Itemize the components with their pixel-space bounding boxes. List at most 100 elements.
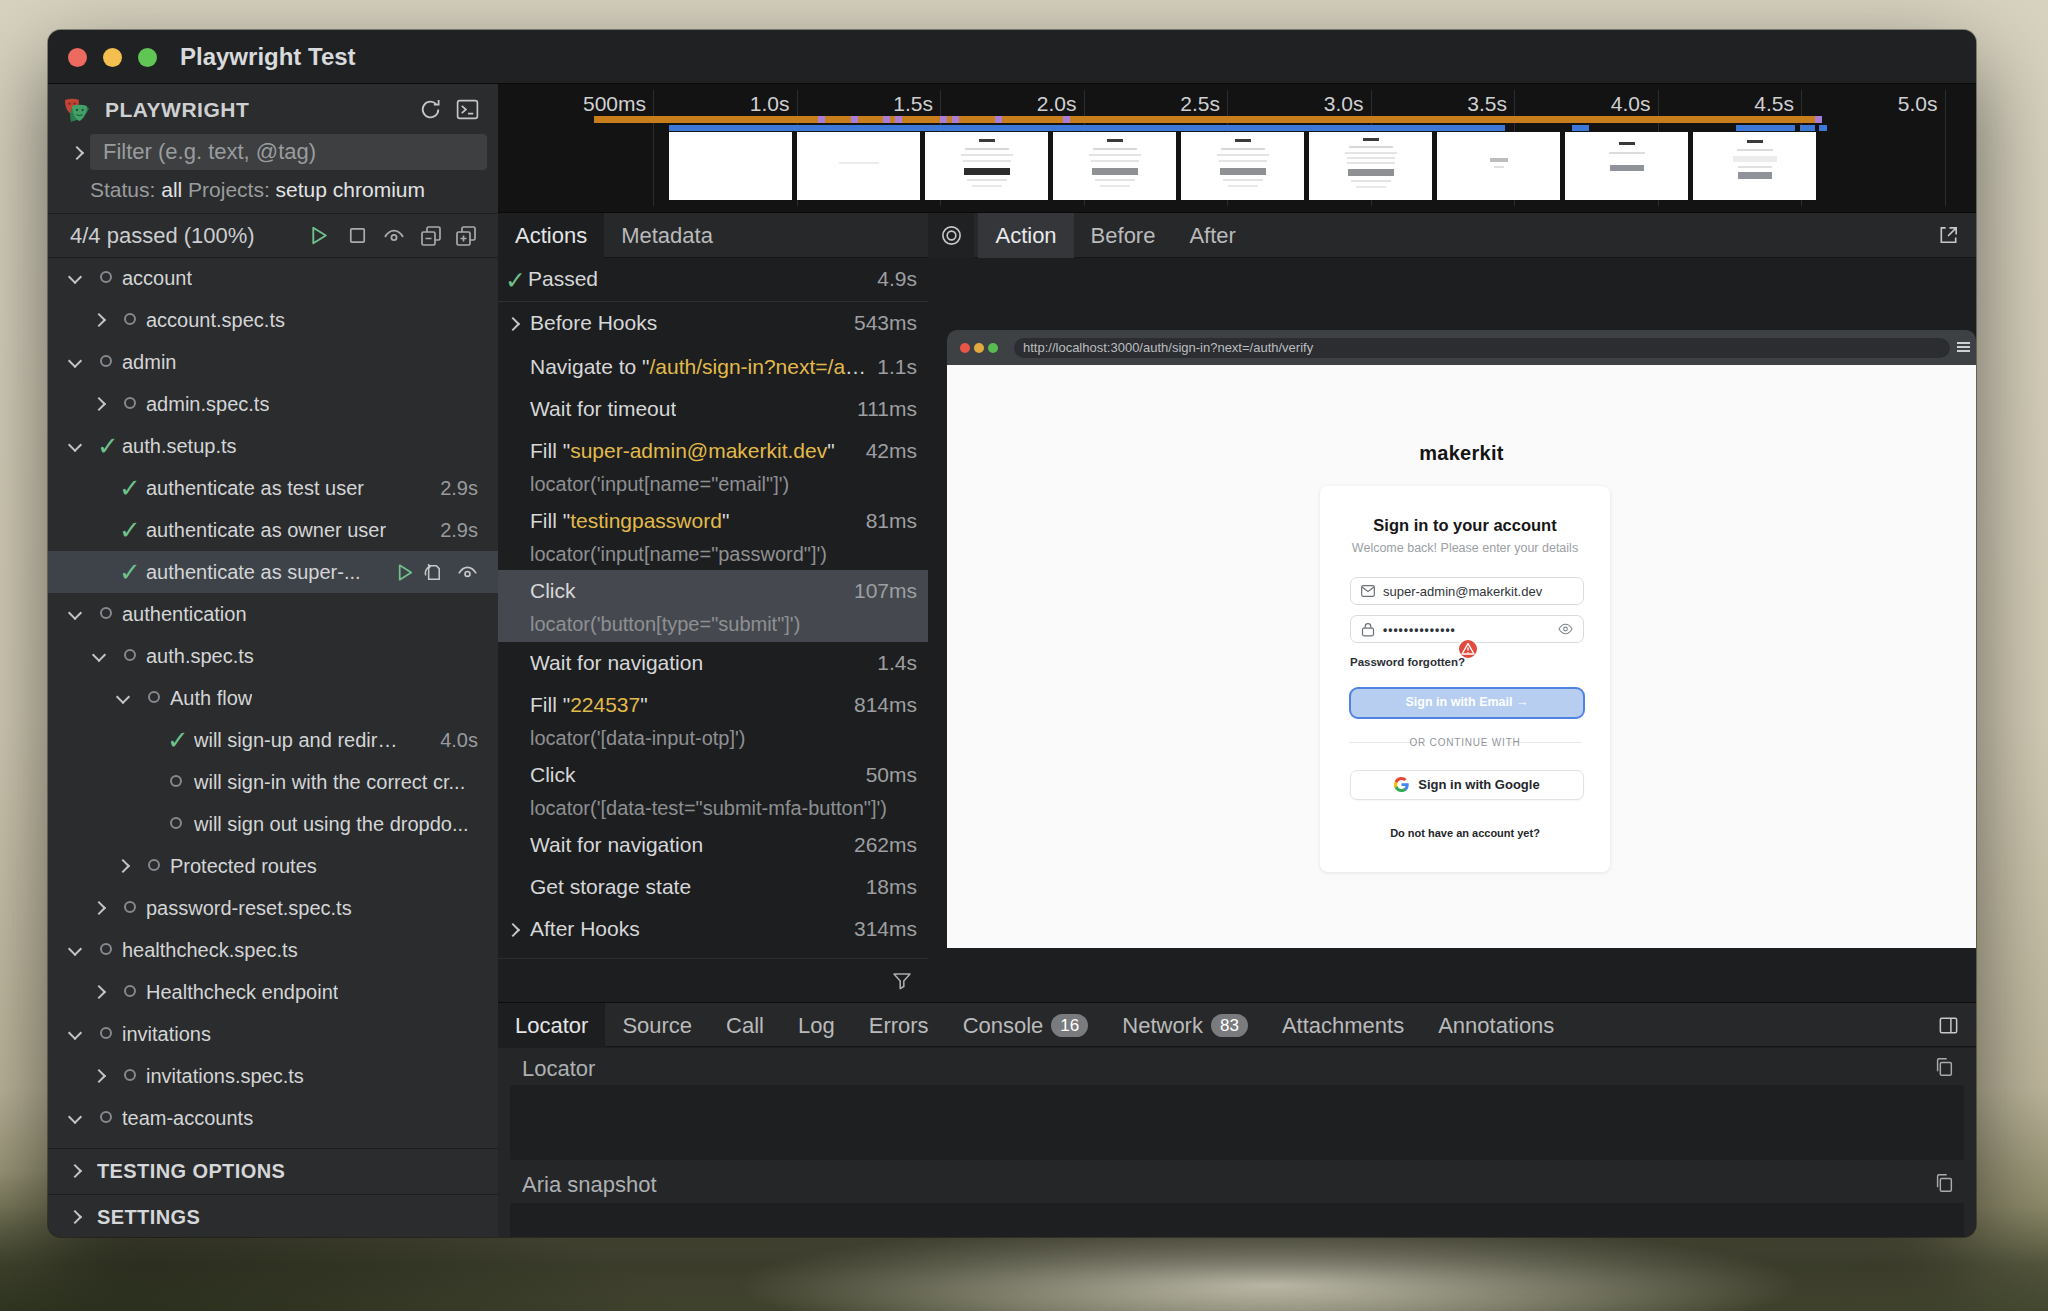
locator-textarea[interactable] [510,1085,1964,1160]
chevron-down-icon[interactable] [116,690,130,704]
panel-layout-icon[interactable] [1937,1014,1960,1037]
timeline-screenshot-thumb[interactable] [925,132,1048,200]
watch-test-icon[interactable] [456,561,479,584]
tree-item-will-sign-in-with-the-correct-cr-[interactable]: will sign-in with the correct cr... [48,761,498,803]
chevron-right-icon[interactable] [506,923,520,937]
timeline-screenshot-thumb[interactable] [669,132,792,200]
sidebar-section-settings[interactable]: SETTINGS [48,1194,498,1237]
chevron-right-icon[interactable] [92,985,106,999]
tree-item-will-sign-up-and-redirect-[interactable]: ✓will sign-up and redirect...4.0s [48,719,498,761]
refresh-icon[interactable] [418,97,443,122]
tab-locator[interactable]: Locator [498,1003,605,1048]
chevron-right-icon[interactable] [92,1069,106,1083]
forgot-password-link[interactable]: Password forgotten? [1350,656,1465,668]
chevron-right-icon[interactable] [506,317,520,331]
signup-link[interactable]: Do not have an account yet? [1320,827,1610,839]
email-field[interactable]: super-admin@makerkit.dev [1350,577,1584,605]
action-row[interactable]: Fill "super-admin@makerkit.dev"42mslocat… [498,430,928,500]
chevron-down-icon[interactable] [68,438,82,452]
popout-icon[interactable] [1937,224,1960,247]
timeline-screenshot-thumb[interactable] [1693,132,1816,200]
tree-item-authenticate-as-test-user[interactable]: ✓authenticate as test user2.9s [48,467,498,509]
chevron-right-icon[interactable] [92,397,106,411]
status-line[interactable]: Status: all Projects: setup chromium [90,176,425,204]
pick-locator-cell[interactable] [928,213,974,258]
browser-minimize-icon[interactable] [974,343,984,353]
timeline[interactable]: 500ms1.0s1.5s2.0s2.5s3.0s3.5s4.0s4.5s5.0… [498,84,1976,213]
tab-source[interactable]: Source [605,1003,709,1048]
tab-call[interactable]: Call [709,1003,781,1048]
tab-action[interactable]: Action [978,213,1073,258]
tree-item-auth-spec-ts[interactable]: auth.spec.ts [48,635,498,677]
chevron-right-icon[interactable] [116,859,130,873]
filter-input[interactable]: Filter (e.g. text, @tag) [90,134,487,170]
chevron-down-icon[interactable] [68,606,82,620]
action-row[interactable]: Click50mslocator('[data-test="submit-mfa… [498,754,928,824]
action-row[interactable]: Fill "testingpassword"81mslocator('input… [498,500,928,570]
run-test-icon[interactable] [393,561,416,584]
action-row[interactable]: Navigate to "/auth/sign-in?next=/aut...1… [498,346,928,388]
tab-before[interactable]: Before [1074,213,1173,258]
tree-item-password-reset-spec-ts[interactable]: password-reset.spec.ts [48,887,498,929]
filter-section-chevron-icon[interactable] [70,146,84,160]
chevron-down-icon[interactable] [68,270,82,284]
filter-funnel-icon[interactable] [890,969,914,993]
close-button[interactable] [68,48,87,67]
browser-close-icon[interactable] [960,343,970,353]
maximize-button[interactable] [138,48,157,67]
tree-item-authenticate-as-super-[interactable]: ✓authenticate as super-... [48,551,498,593]
chevron-down-icon[interactable] [68,354,82,368]
export-icon[interactable] [421,561,444,584]
tree-item-authentication[interactable]: authentication [48,593,498,635]
action-row[interactable]: Click107mslocator('button[type="submit"]… [498,570,928,642]
tab-console[interactable]: Console16 [946,1003,1106,1048]
aria-textarea[interactable] [510,1203,1964,1237]
tree-item-healthcheck-spec-ts[interactable]: healthcheck.spec.ts [48,929,498,971]
tab-errors[interactable]: Errors [852,1003,946,1048]
browser-url[interactable]: http://localhost:3000/auth/sign-in?next=… [1014,338,1950,358]
chevron-right-icon[interactable] [92,313,106,327]
show-password-icon[interactable] [1558,623,1573,635]
watch-icon[interactable] [382,224,406,248]
timeline-screenshot-thumb[interactable] [1565,132,1688,200]
action-row[interactable]: Get storage state18ms [498,866,928,908]
tree-item-auth-flow[interactable]: Auth flow [48,677,498,719]
titlebar[interactable]: Playwright Test [48,30,1976,84]
tab-attachments[interactable]: Attachments [1265,1003,1421,1048]
chevron-down-icon[interactable] [92,648,106,662]
tab-after[interactable]: After [1172,213,1252,258]
copy-aria-icon[interactable] [1933,1172,1955,1194]
chevron-down-icon[interactable] [68,942,82,956]
expand-all-icon[interactable] [454,224,478,248]
tab-annotations[interactable]: Annotations [1421,1003,1571,1048]
tab-metadata[interactable]: Metadata [604,213,730,258]
browser-menu-icon[interactable] [1957,342,1970,353]
run-all-icon[interactable] [306,223,331,248]
tab-log[interactable]: Log [781,1003,852,1048]
tree-item-admin[interactable]: admin [48,341,498,383]
timeline-screenshot-thumb[interactable] [1309,132,1432,200]
collapse-all-icon[interactable] [419,224,443,248]
timeline-screenshot-thumb[interactable] [1053,132,1176,200]
tree-item-account[interactable]: account [48,257,498,299]
tree-item-account-spec-ts[interactable]: account.spec.ts [48,299,498,341]
tree-item-will-sign-out-using-the-dropdo-[interactable]: will sign out using the dropdo... [48,803,498,845]
tab-network[interactable]: Network83 [1105,1003,1265,1048]
tree-item-protected-routes[interactable]: Protected routes [48,845,498,887]
minimize-button[interactable] [103,48,122,67]
action-row[interactable]: Fill "224537"814mslocator('[data-input-o… [498,684,928,754]
chevron-right-icon[interactable] [92,901,106,915]
action-row[interactable]: After Hooks314ms [498,908,928,952]
tree-item-invitations[interactable]: invitations [48,1013,498,1055]
tree-item-team-accounts[interactable]: team-accounts [48,1097,498,1139]
sidebar-section-testing-options[interactable]: TESTING OPTIONS [48,1148,498,1194]
browser-maximize-icon[interactable] [988,343,998,353]
tab-actions[interactable]: Actions [498,213,604,258]
chevron-down-icon[interactable] [68,1110,82,1124]
copy-locator-icon[interactable] [1933,1056,1955,1078]
stop-icon[interactable] [346,224,369,247]
action-row[interactable]: Before Hooks543ms [498,302,928,346]
terminal-icon[interactable] [455,97,480,122]
chevron-down-icon[interactable] [68,1026,82,1040]
tree-item-auth-setup-ts[interactable]: ✓auth.setup.ts [48,425,498,467]
